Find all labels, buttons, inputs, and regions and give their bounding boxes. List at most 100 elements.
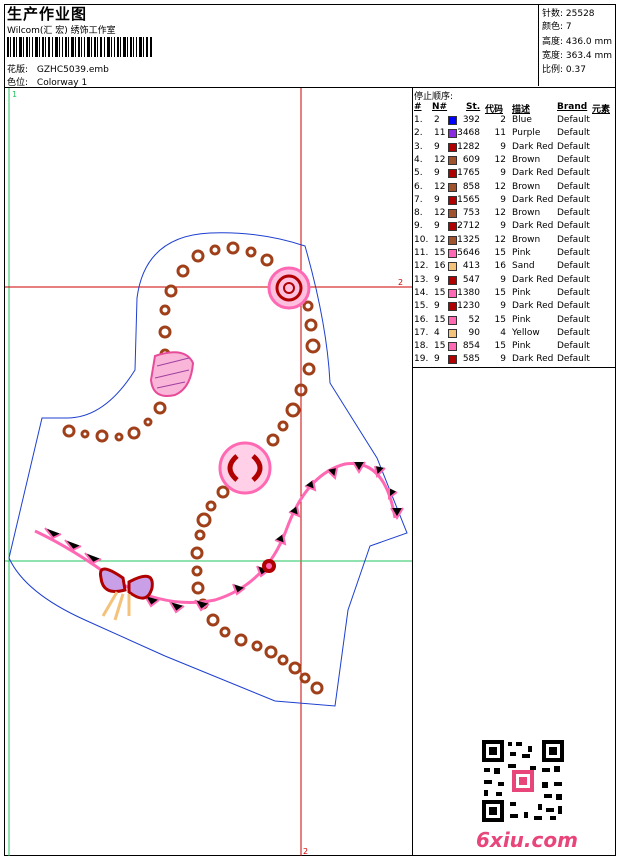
row-stitches: 1765 xyxy=(457,168,480,179)
color-swatch xyxy=(448,328,457,338)
color-swatch xyxy=(448,315,457,325)
color-swatch xyxy=(448,195,457,205)
row-code: 12 xyxy=(494,208,506,219)
row-index: 10. xyxy=(414,234,429,245)
row-code: 15 xyxy=(494,248,506,258)
qr-code-icon xyxy=(480,738,566,824)
row-needle: 16 xyxy=(434,261,446,272)
row-index: 17. xyxy=(414,327,429,338)
row-index: 11. xyxy=(414,248,429,258)
row-needle: 4 xyxy=(434,327,440,338)
row-description: Sand xyxy=(512,261,535,272)
row-needle: 12 xyxy=(434,154,446,165)
row-index: 16. xyxy=(414,314,429,325)
row-needle: 15 xyxy=(434,248,446,258)
row-brand: Default xyxy=(557,341,590,352)
row-stitches: 392 xyxy=(462,115,480,125)
row-description: Yellow xyxy=(512,327,540,338)
table-row: 14. 15 1380 15 Pink Default xyxy=(414,288,614,301)
row-brand: Default xyxy=(557,115,590,125)
row-code: 15 xyxy=(494,287,506,298)
design-width: 宽度: 363.4 mm xyxy=(542,51,613,61)
row-brand: Default xyxy=(557,234,590,245)
row-description: Brown xyxy=(512,181,541,192)
design-file-value: GZHC5039.emb xyxy=(36,65,109,75)
table-row: 17. 4 90 4 Yellow Default xyxy=(414,328,614,341)
color-swatch xyxy=(448,302,457,312)
row-stitches: 1565 xyxy=(457,194,480,205)
row-code: 9 xyxy=(500,354,506,365)
row-stitches: 3468 xyxy=(457,128,480,139)
pink-lace-patch xyxy=(149,351,195,397)
color-swatch xyxy=(448,116,457,125)
row-index: 19. xyxy=(414,354,429,365)
table-row: 4. 12 609 12 Brown Default xyxy=(414,155,614,168)
site-logo: 6xiu.com xyxy=(476,828,578,852)
row-description: Dark Red xyxy=(512,301,554,312)
row-needle: 15 xyxy=(434,287,446,298)
row-description: Purple xyxy=(512,128,541,139)
column-divider xyxy=(412,87,413,856)
table-row: 7. 9 1565 9 Dark Red Default xyxy=(414,195,614,208)
row-code: 12 xyxy=(494,154,506,165)
color-swatch xyxy=(448,342,457,352)
row-stitches: 609 xyxy=(462,154,480,165)
color-swatch xyxy=(448,142,457,152)
row-brand: Default xyxy=(557,181,590,192)
embroidery-design-preview: 1 2 2 xyxy=(5,88,412,856)
row-code: 15 xyxy=(494,341,506,352)
row-stitches: 547 xyxy=(462,274,480,285)
row-index: 2. xyxy=(414,128,423,139)
row-code: 9 xyxy=(500,301,506,312)
table-row: 9. 9 2712 9 Dark Red Default xyxy=(414,221,614,234)
color-swatch xyxy=(448,249,457,258)
table-row: 16. 15 52 15 Pink Default xyxy=(414,315,614,328)
row-stitches: 753 xyxy=(462,208,480,219)
guide-label-2-bottom: 2 xyxy=(303,847,308,856)
design-file-row: 花版: GZHC5039.emb xyxy=(7,62,109,75)
row-index: 4. xyxy=(414,154,423,165)
col-header-index: # xyxy=(414,102,422,112)
row-brand: Default xyxy=(557,327,590,338)
row-index: 14. xyxy=(414,287,429,298)
table-row: 18. 15 854 15 Pink Default xyxy=(414,341,614,354)
row-index: 13. xyxy=(414,274,429,285)
row-stitches: 585 xyxy=(462,354,480,365)
row-brand: Default xyxy=(557,248,590,258)
table-row: 1. 2 392 2 Blue Default xyxy=(414,115,614,128)
row-needle: 12 xyxy=(434,181,446,192)
col-header-code: 代码 xyxy=(485,105,504,115)
row-description: Dark Red xyxy=(512,354,554,365)
row-index: 15. xyxy=(414,301,429,312)
row-stitches: 854 xyxy=(462,341,480,352)
row-brand: Default xyxy=(557,194,590,205)
table-row: 8. 12 753 12 Brown Default xyxy=(414,208,614,221)
color-swatch xyxy=(448,155,457,165)
col-header-description: 描述 xyxy=(512,105,531,115)
red-lace-bow xyxy=(98,567,154,621)
color-swatch xyxy=(448,262,457,272)
row-description: Dark Red xyxy=(512,274,554,285)
table-row: 6. 12 858 12 Brown Default xyxy=(414,182,614,195)
row-brand: Default xyxy=(557,314,590,325)
design-file-label: 花版: xyxy=(7,65,29,75)
row-description: Pink xyxy=(512,341,531,352)
row-code: 12 xyxy=(494,181,506,192)
row-index: 6. xyxy=(414,181,423,192)
table-row: 12. 16 413 16 Sand Default xyxy=(414,261,614,274)
col-header-brand: Brand xyxy=(557,102,588,112)
studio-name: Wilcom(汇 宏) 绣饰工作室 xyxy=(7,26,116,36)
row-code: 9 xyxy=(500,274,506,285)
design-height: 高度: 436.0 mm xyxy=(542,37,613,47)
row-code: 15 xyxy=(494,314,506,325)
col-header-needle: N# xyxy=(432,102,448,112)
row-index: 1. xyxy=(414,115,423,125)
row-index: 8. xyxy=(414,208,423,219)
color-swatch xyxy=(448,288,457,298)
row-brand: Default xyxy=(557,128,590,139)
center-medallion xyxy=(218,441,272,495)
row-needle: 9 xyxy=(434,221,440,232)
row-brand: Default xyxy=(557,301,590,312)
row-needle: 15 xyxy=(434,341,446,352)
row-stitches: 1230 xyxy=(457,301,480,312)
